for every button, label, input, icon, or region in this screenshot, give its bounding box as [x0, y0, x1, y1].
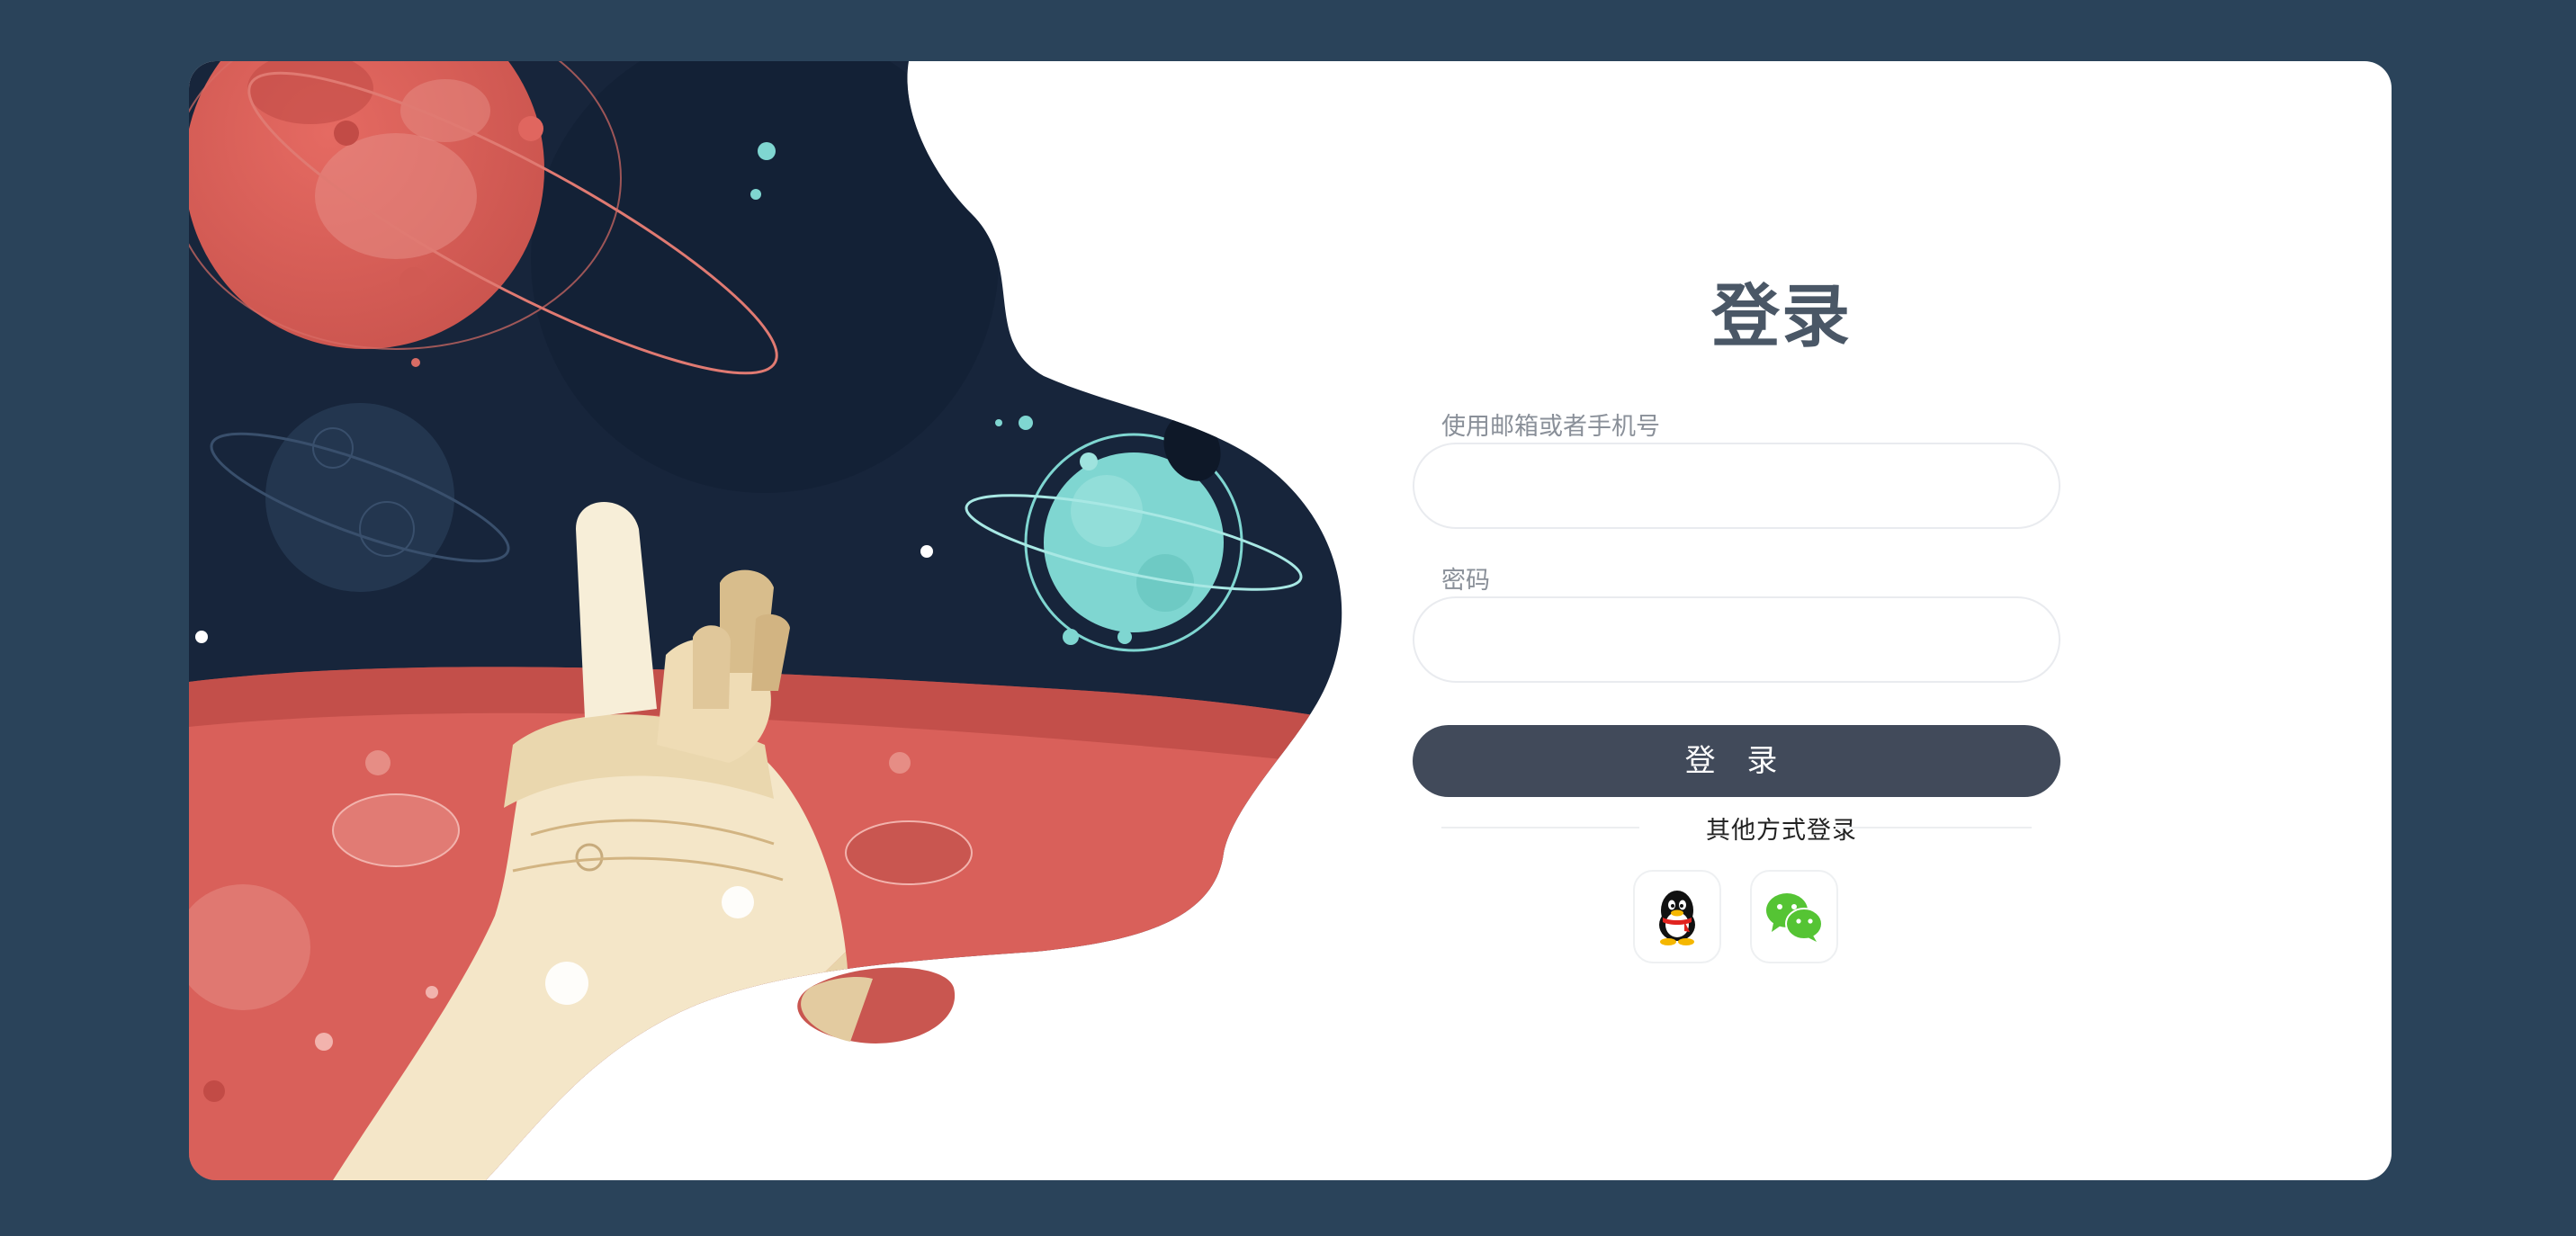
login-card: 登录 使用邮箱或者手机号 密码 登 录 其他方式登录 — [189, 61, 2392, 1180]
login-button[interactable]: 登 录 — [1413, 725, 2060, 797]
page-title: 登录 — [1711, 276, 1852, 356]
wechat-icon — [1766, 893, 1823, 942]
password-input[interactable] — [1413, 596, 2060, 683]
wechat-login-button[interactable] — [1750, 870, 1838, 963]
login-form: 登录 使用邮箱或者手机号 密码 登 录 其他方式登录 — [1413, 61, 2150, 1180]
qq-penguin-icon — [1659, 891, 1695, 945]
divider-right — [1836, 827, 2032, 828]
other-login-methods-label: 其他方式登录 — [1706, 817, 1857, 845]
email-phone-input[interactable] — [1413, 443, 2060, 529]
password-label: 密码 — [1441, 567, 1490, 595]
qq-login-button[interactable] — [1633, 870, 1721, 963]
space-astronaut-illustration — [189, 61, 1342, 1180]
email-label: 使用邮箱或者手机号 — [1441, 413, 1660, 441]
